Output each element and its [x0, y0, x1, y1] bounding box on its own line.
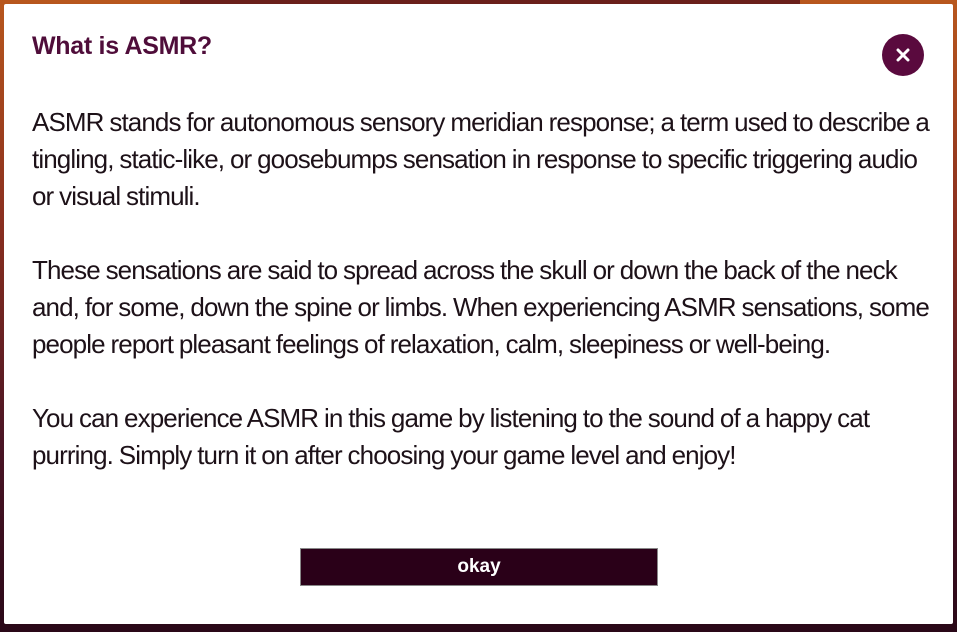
paragraph-sensations: These sensations are said to spread acro… [32, 255, 930, 359]
paragraph-definition: ASMR stands for autonomous sensory merid… [32, 107, 930, 211]
asmr-info-dialog: What is ASMR? ASMR stands for autonomous… [4, 4, 953, 624]
close-icon [896, 48, 910, 62]
dialog-title: What is ASMR? [32, 32, 212, 60]
dialog-body: ASMR stands for autonomous sensory merid… [32, 104, 932, 511]
close-button[interactable] [882, 34, 924, 76]
okay-button[interactable]: okay [300, 548, 658, 586]
paragraph-game-info: You can experience ASMR in this game by … [32, 403, 870, 470]
